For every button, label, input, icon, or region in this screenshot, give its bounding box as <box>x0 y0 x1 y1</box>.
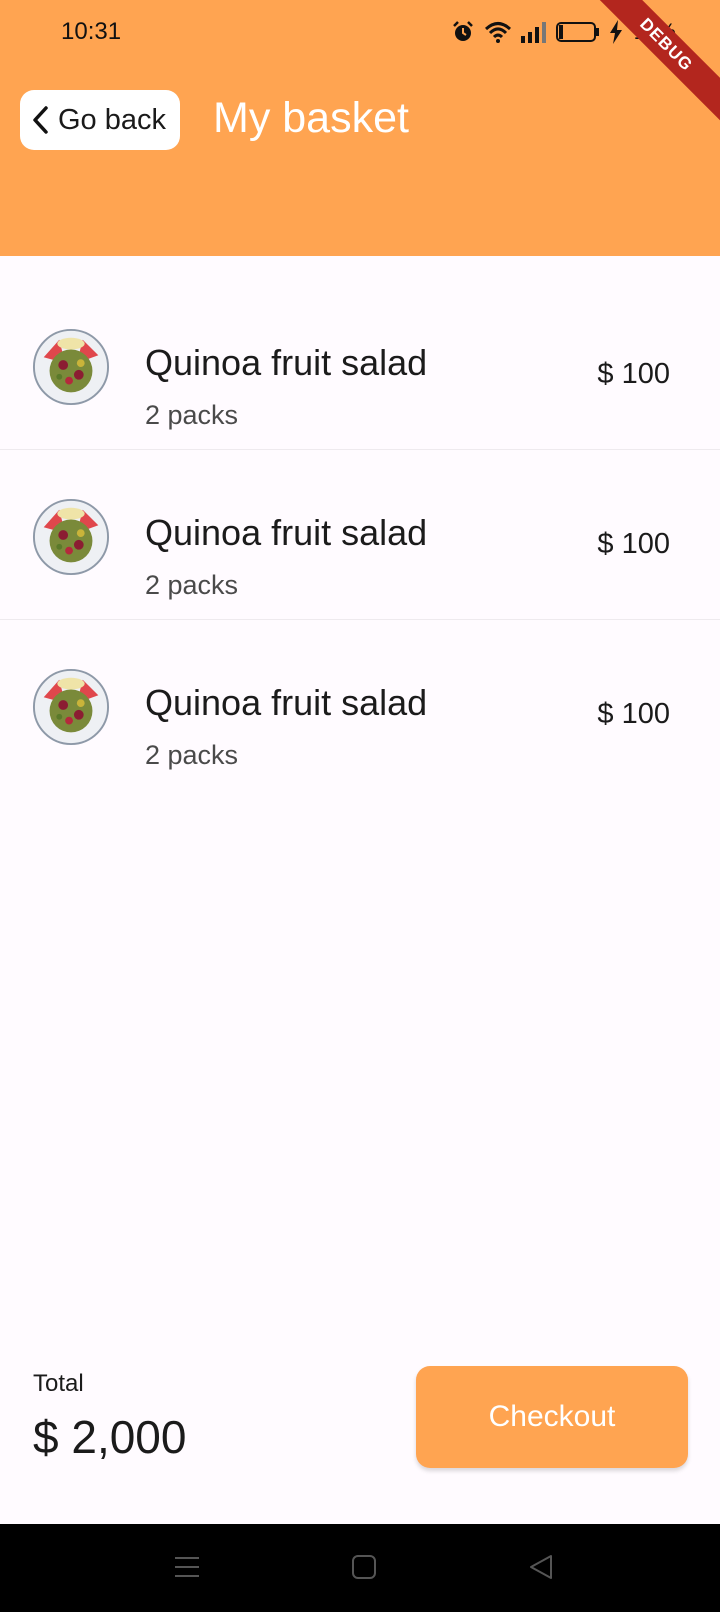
chevron-left-icon <box>33 106 48 134</box>
menu-icon[interactable] <box>174 1554 200 1580</box>
item-price: $ 100 <box>597 528 670 560</box>
charging-icon <box>609 20 622 44</box>
item-price: $ 100 <box>597 358 670 390</box>
item-name: Quinoa fruit salad <box>145 512 428 553</box>
item-quantity: 2 packs <box>145 740 239 770</box>
go-back-label: Go back <box>58 103 166 136</box>
item-name: Quinoa fruit salad <box>145 682 428 723</box>
page-title: My basket <box>213 94 409 142</box>
basket-item[interactable]: Quinoa fruit salad 2 packs $ 100 <box>0 450 720 620</box>
item-quantity: 2 packs <box>145 400 239 430</box>
basket-item[interactable]: Quinoa fruit salad 2 packs $ 100 <box>0 620 720 790</box>
fruit-salad-icon <box>32 498 110 576</box>
checkout-button[interactable]: Checkout <box>416 1366 688 1468</box>
total-value: $ 2,000 <box>33 1411 187 1463</box>
item-quantity: 2 packs <box>145 570 239 600</box>
item-price: $ 100 <box>597 698 670 730</box>
status-time: 10:31 <box>61 18 122 45</box>
basket-item[interactable]: Quinoa fruit salad 2 packs $ 100 <box>0 280 720 450</box>
fruit-salad-icon <box>32 668 110 746</box>
battery-icon <box>555 22 599 42</box>
system-nav-bar <box>0 1524 720 1612</box>
wifi-icon <box>484 22 511 43</box>
home-icon[interactable] <box>351 1554 377 1580</box>
total-label: Total <box>33 1370 84 1397</box>
app-header: 10:31 DEBUG Go back My basket <box>0 0 720 256</box>
alarm-icon <box>452 21 473 41</box>
fruit-salad-icon <box>32 328 110 406</box>
back-icon[interactable] <box>528 1554 554 1580</box>
signal-icon <box>520 22 546 43</box>
item-name: Quinoa fruit salad <box>145 342 428 383</box>
go-back-button[interactable]: Go back <box>20 90 180 150</box>
